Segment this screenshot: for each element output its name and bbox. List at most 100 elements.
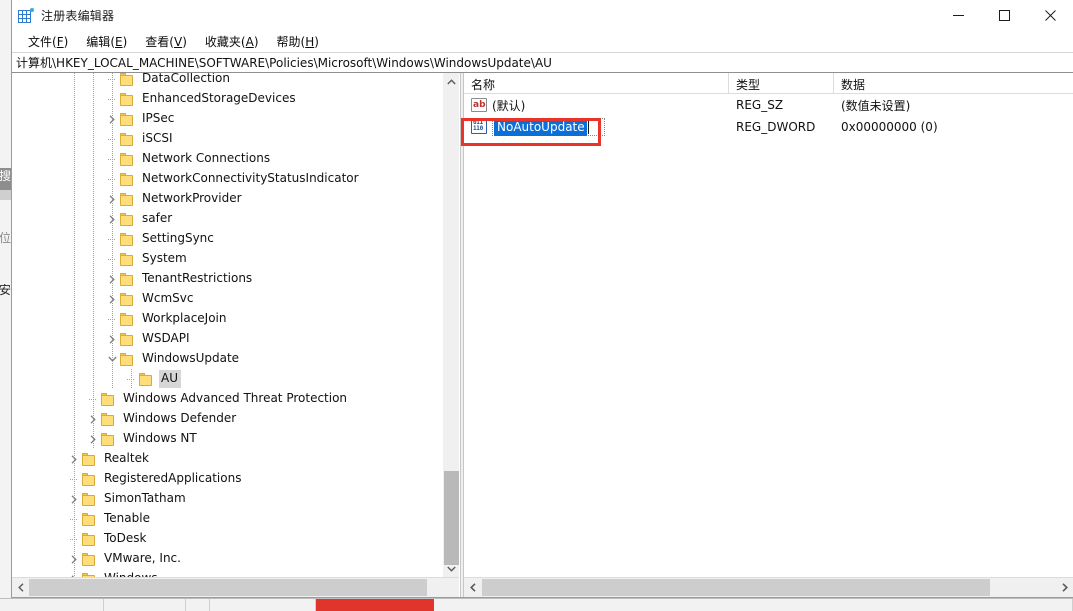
tree-node[interactable]: safer bbox=[12, 209, 442, 229]
folder-icon bbox=[120, 172, 135, 186]
taskbar-item[interactable] bbox=[186, 599, 210, 611]
tree-scroll-thumb[interactable] bbox=[444, 471, 459, 565]
tree-node[interactable]: Windows Defender bbox=[12, 409, 442, 429]
tree-guide-line bbox=[112, 289, 113, 309]
taskbar[interactable] bbox=[0, 598, 1073, 611]
value-name-cell[interactable]: NoAutoUpdate bbox=[464, 118, 729, 136]
tree-node[interactable]: Realtek bbox=[12, 449, 442, 469]
values-hscroll-thumb[interactable] bbox=[482, 579, 990, 596]
rename-input[interactable]: NoAutoUpdate bbox=[492, 118, 605, 136]
folder-icon bbox=[82, 492, 97, 506]
scroll-up-button[interactable] bbox=[443, 73, 459, 90]
column-header-name[interactable]: 名称 bbox=[464, 73, 729, 93]
tree-node[interactable]: ToDesk bbox=[12, 529, 442, 549]
tree-node[interactable]: SimonTatham bbox=[12, 489, 442, 509]
chevron-left-icon bbox=[17, 583, 23, 592]
folder-icon bbox=[120, 132, 135, 146]
folder-icon bbox=[82, 472, 97, 486]
tree-node[interactable]: WindowsUpdate bbox=[12, 349, 442, 369]
tree-guide-line bbox=[93, 369, 94, 389]
scroll-down-button[interactable] bbox=[443, 560, 459, 577]
tree-node-label: WorkplaceJoin bbox=[142, 311, 227, 325]
folder-icon bbox=[120, 192, 135, 206]
tree-guide-line bbox=[74, 109, 75, 129]
folder-icon bbox=[82, 532, 97, 546]
taskbar-item[interactable] bbox=[0, 599, 104, 611]
tree-node[interactable]: WcmSvc bbox=[12, 289, 442, 309]
tree-node[interactable]: Windows bbox=[12, 569, 442, 577]
tree-node[interactable]: NetworkConnectivityStatusIndicator bbox=[12, 169, 442, 189]
menu-file[interactable]: 文件(F) bbox=[19, 32, 77, 51]
close-button[interactable] bbox=[1027, 0, 1073, 31]
column-header-type[interactable]: 类型 bbox=[729, 73, 834, 93]
tree-node[interactable]: VMware, Inc. bbox=[12, 549, 442, 569]
tree-guide-line bbox=[74, 569, 75, 577]
address-bar[interactable]: 计算机\HKEY_LOCAL_MACHINE\SOFTWARE\Policies… bbox=[12, 52, 1073, 73]
tree-node-label: VMware, Inc. bbox=[104, 551, 181, 565]
values-list: (默认) REG_SZ (数值未设置) NoAutoUpdate REG_DWORD 0x… bbox=[464, 94, 1073, 577]
tree-horizontal-scrollbar[interactable] bbox=[12, 577, 459, 597]
tree-guide-line bbox=[112, 149, 113, 169]
menu-file-accel: F bbox=[56, 35, 64, 49]
tree-node[interactable]: IPSec bbox=[12, 109, 442, 129]
tree-vertical-scrollbar[interactable] bbox=[442, 73, 459, 577]
value-name-cell[interactable]: (默认) bbox=[464, 97, 729, 114]
tree-guide-line bbox=[131, 369, 132, 389]
tree-node[interactable]: EnhancedStorageDevices bbox=[12, 89, 442, 109]
title-bar[interactable]: 注册表编辑器 bbox=[12, 0, 1073, 31]
value-row[interactable]: (默认) REG_SZ (数值未设置) bbox=[464, 94, 1073, 116]
menu-help[interactable]: 帮助(H) bbox=[268, 32, 328, 51]
tree-guide-line bbox=[93, 149, 94, 169]
tree-guide-line bbox=[74, 409, 75, 429]
values-scroll-right-button[interactable] bbox=[1056, 578, 1073, 597]
tree-node[interactable]: iSCSI bbox=[12, 129, 442, 149]
tree-node[interactable]: Network Connections bbox=[12, 149, 442, 169]
tree-node[interactable]: NetworkProvider bbox=[12, 189, 442, 209]
tree-node-label: NetworkConnectivityStatusIndicator bbox=[142, 171, 359, 185]
menu-view[interactable]: 查看(V) bbox=[136, 32, 196, 51]
values-horizontal-scrollbar[interactable] bbox=[464, 577, 1073, 597]
minimize-button[interactable] bbox=[935, 0, 981, 31]
taskbar-item[interactable] bbox=[104, 599, 186, 611]
menu-file-label: 文件 bbox=[28, 35, 53, 49]
tree-guide-line bbox=[74, 489, 75, 509]
tree-node[interactable]: WorkplaceJoin bbox=[12, 309, 442, 329]
tree-node[interactable]: Tenable bbox=[12, 509, 442, 529]
values-scroll-left-button[interactable] bbox=[464, 578, 481, 597]
tree-guide-line bbox=[93, 329, 94, 349]
maximize-button[interactable] bbox=[981, 0, 1027, 31]
tree-node[interactable]: SettingSync bbox=[12, 229, 442, 249]
tree-node[interactable]: System bbox=[12, 249, 442, 269]
taskbar-active-item[interactable] bbox=[316, 599, 434, 611]
taskbar-item[interactable] bbox=[434, 599, 1073, 611]
value-row[interactable]: NoAutoUpdate REG_DWORD 0x00000000 (0) bbox=[464, 116, 1073, 138]
tree-node[interactable]: DataCollection bbox=[12, 73, 442, 89]
tree-node[interactable]: Windows NT bbox=[12, 429, 442, 449]
tree-node[interactable]: AU bbox=[12, 369, 442, 389]
taskbar-item[interactable] bbox=[210, 599, 316, 611]
registry-editor-icon bbox=[18, 7, 34, 24]
close-icon bbox=[1044, 10, 1056, 21]
tree-node[interactable]: RegisteredApplications bbox=[12, 469, 442, 489]
menu-edit[interactable]: 编辑(E) bbox=[77, 32, 136, 51]
folder-icon bbox=[120, 212, 135, 226]
menu-favorites-accel: A bbox=[245, 35, 254, 49]
minimize-icon bbox=[952, 15, 964, 16]
scroll-left-button[interactable] bbox=[12, 578, 29, 597]
menu-favorites[interactable]: 收藏夹(A) bbox=[196, 32, 268, 51]
tree-hscroll-thumb[interactable] bbox=[29, 579, 427, 596]
column-header-data[interactable]: 数据 bbox=[834, 73, 1073, 93]
tree-node[interactable]: TenantRestrictions bbox=[12, 269, 442, 289]
tree-guide-line bbox=[74, 529, 75, 549]
tree-node[interactable]: WSDAPI bbox=[12, 329, 442, 349]
tree-guide-line bbox=[74, 289, 75, 309]
tree-node-label: SettingSync bbox=[142, 231, 214, 245]
value-name-text: (默认) bbox=[492, 98, 526, 113]
tree-guide-line bbox=[93, 89, 94, 109]
tree-node[interactable]: Windows Advanced Threat Protection bbox=[12, 389, 442, 409]
tree-node-label: DataCollection bbox=[142, 73, 231, 85]
